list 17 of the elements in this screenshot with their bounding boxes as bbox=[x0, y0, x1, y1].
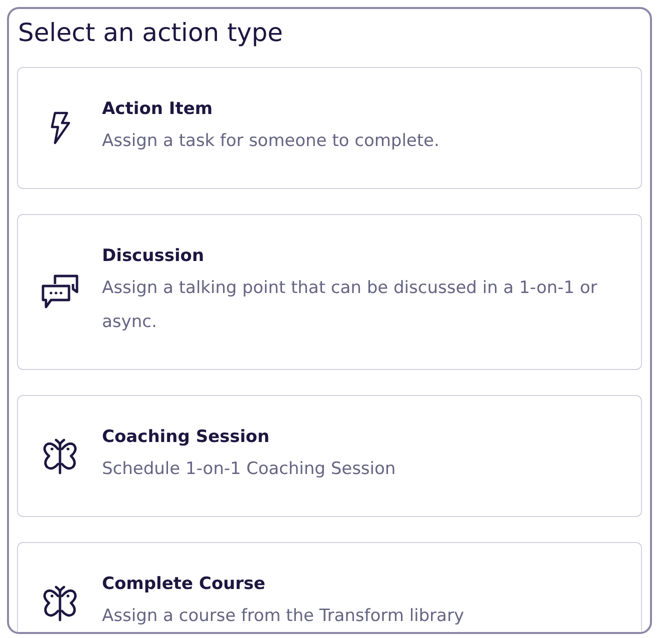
option-description: Schedule 1-on-1 Coaching Session bbox=[102, 458, 396, 481]
chat-bubbles-icon bbox=[41, 274, 79, 310]
action-type-option[interactable]: Coaching Session Schedule 1-on-1 Coaching Session bbox=[17, 395, 642, 517]
option-title: Action Item bbox=[102, 98, 214, 120]
action-type-option[interactable]: Discussion Assign a talking point that can be discussed in a 1-on-1 or async. bbox=[17, 214, 642, 370]
option-description: Assign a course from the Transform library bbox=[102, 605, 464, 628]
dialog-title: Select an action type bbox=[18, 17, 284, 49]
lightning-bolt-icon bbox=[49, 111, 71, 145]
butterfly-icon bbox=[41, 437, 79, 475]
option-description: Assign a task for someone to complete. bbox=[102, 130, 440, 153]
option-description: Assign a talking point that can be discussed in a 1-on-1 or async. bbox=[102, 277, 598, 334]
butterfly-icon bbox=[41, 584, 79, 622]
action-type-option[interactable]: Action Item Assign a task for someone to complete. bbox=[17, 67, 642, 189]
option-title: Coaching Session bbox=[102, 426, 270, 448]
action-type-option[interactable]: Complete Course Assign a course from the Transform library bbox=[17, 542, 642, 632]
option-title: Discussion bbox=[102, 245, 206, 267]
option-title: Complete Course bbox=[102, 573, 266, 595]
